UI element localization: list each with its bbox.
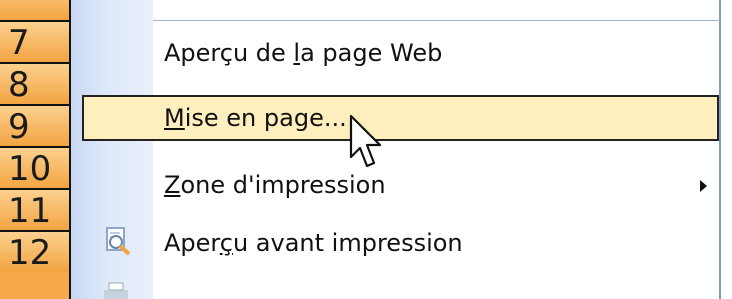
label-text-part: Aper [164, 229, 220, 257]
row-header-label: 8 [8, 65, 30, 105]
printer-icon [104, 282, 128, 299]
row-header-label: 12 [8, 233, 52, 273]
menu-item-label: Aperçu avant impression [164, 222, 463, 264]
row-header-10[interactable]: 10 [0, 146, 69, 189]
menu-item-print-area[interactable]: Zone d'impression [71, 164, 721, 206]
row-header-label: 11 [8, 191, 52, 231]
mouse-pointer-icon [349, 114, 382, 168]
menu-item-web-page-preview[interactable]: Aperçu de la page Web [71, 32, 721, 74]
label-text-part: a page Web [300, 39, 443, 67]
row-header-9[interactable]: 9 [0, 104, 69, 147]
row-header-7[interactable]: 7 [0, 20, 69, 63]
label-text-part: Aperçu de [164, 39, 294, 67]
row-header-8[interactable]: 8 [0, 62, 69, 105]
row-header-partial [0, 0, 69, 20]
row-header-label: 10 [8, 149, 52, 189]
row-header-label: 9 [8, 107, 30, 147]
menu-item-label: Zone d'impression [164, 164, 386, 206]
print-preview-icon [106, 227, 131, 256]
row-header-12[interactable]: 12 [0, 230, 69, 273]
label-text-part: one d'impression [180, 171, 386, 199]
context-screen: 7 8 9 10 11 12 Aperçu de la page Web Mis… [0, 0, 732, 299]
menu-separator [153, 20, 721, 21]
row-header-11[interactable]: 11 [0, 188, 69, 231]
row-header-label: 7 [8, 23, 30, 63]
menu-item-label: Aperçu de la page Web [164, 32, 442, 74]
menu-item-label: Mise en page... [164, 97, 347, 139]
row-header-column: 7 8 9 10 11 12 [0, 0, 71, 299]
mnemonic-letter: M [164, 104, 185, 132]
label-text-part: ise en page... [184, 104, 347, 132]
mnemonic-letter: ç [219, 229, 233, 257]
label-text-part: u avant impression [232, 229, 463, 257]
submenu-arrow-icon [700, 180, 707, 192]
mnemonic-letter: Z [164, 171, 181, 199]
menu-item-print-preview[interactable]: Aperçu avant impression [71, 222, 721, 264]
menu-item-page-setup[interactable]: Mise en page... [82, 95, 719, 141]
